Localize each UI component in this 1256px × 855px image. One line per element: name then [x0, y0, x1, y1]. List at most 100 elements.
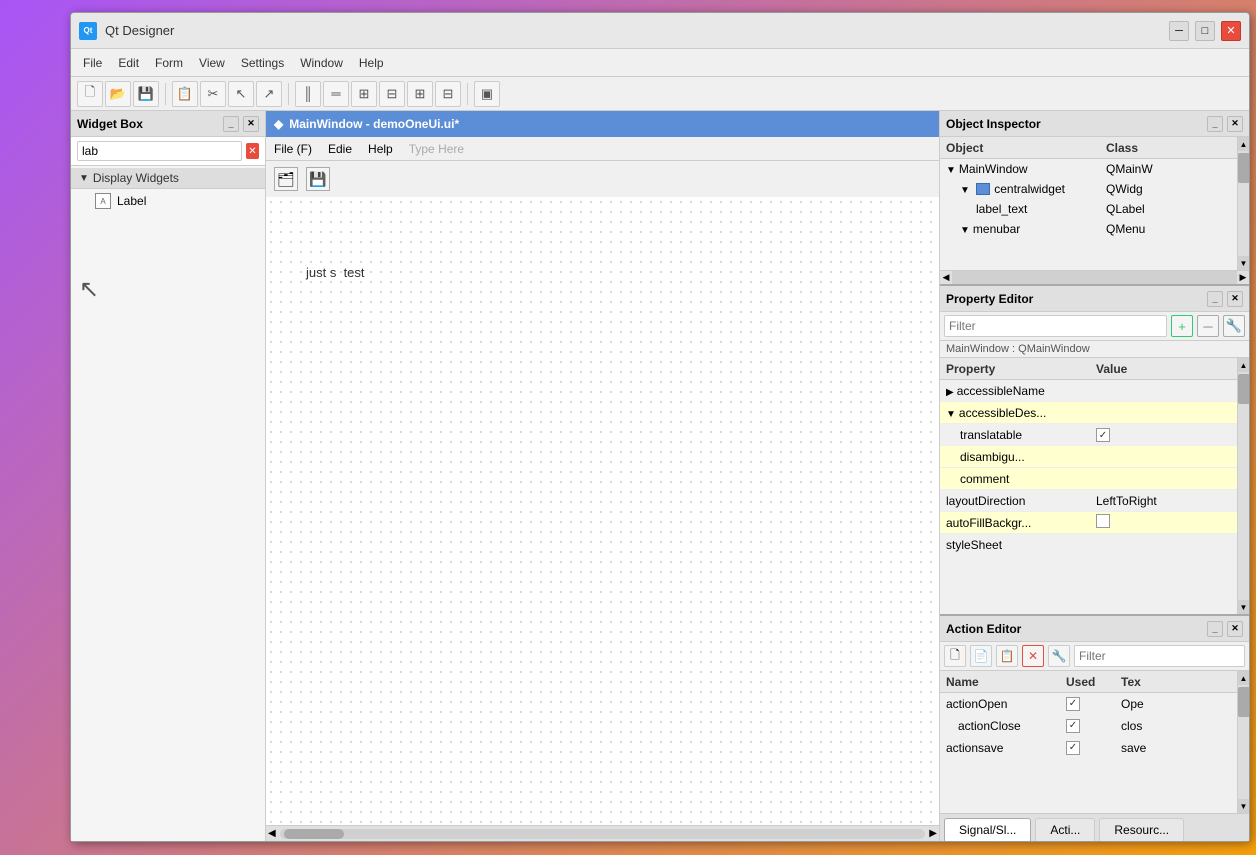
- prop-row-disambigu[interactable]: disambigu...: [940, 446, 1237, 468]
- inspector-row-mainwindow[interactable]: ▼MainWindow QMainW: [940, 159, 1237, 179]
- form-menu-help[interactable]: Help: [368, 142, 393, 156]
- inspector-row-menubar[interactable]: ▼menubar QMenu: [940, 219, 1237, 239]
- translatable-checkbox[interactable]: [1096, 428, 1110, 442]
- inspector-hscroll[interactable]: ◀ ▶: [940, 270, 1249, 284]
- inspector-scroll-thumb[interactable]: [1238, 153, 1249, 183]
- inspector-row-centralwidget[interactable]: ▼ centralwidget QWidg: [940, 179, 1237, 199]
- prop-row-layoutdirection[interactable]: layoutDirection LeftToRight: [940, 490, 1237, 512]
- toolbar-layout3[interactable]: ⊞: [351, 81, 377, 107]
- menu-help[interactable]: Help: [351, 53, 392, 73]
- toolbar-layout2[interactable]: ═: [323, 81, 349, 107]
- prop-row-comment[interactable]: comment: [940, 468, 1237, 490]
- form-menu-file[interactable]: File (F): [274, 142, 312, 156]
- action-row-close[interactable]: actionClose clos: [940, 715, 1237, 737]
- menu-view[interactable]: View: [191, 53, 233, 73]
- scroll-left-btn[interactable]: ◀: [268, 828, 276, 839]
- toolbar-open[interactable]: 📂: [105, 81, 131, 107]
- inspector-float-btn[interactable]: _: [1207, 116, 1223, 132]
- toolbar-layout5[interactable]: ⊞: [407, 81, 433, 107]
- tab-action[interactable]: Acti...: [1035, 818, 1095, 841]
- inspector-hscroll-left[interactable]: ◀: [940, 271, 952, 284]
- widget-search-clear[interactable]: ✕: [246, 143, 259, 159]
- menu-file[interactable]: File: [75, 53, 110, 73]
- actionsave-used-checkbox[interactable]: [1066, 741, 1080, 755]
- minimize-button[interactable]: ─: [1169, 21, 1189, 41]
- inspector-col-class: Class: [1100, 141, 1237, 155]
- property-scroll-thumb[interactable]: [1238, 374, 1249, 404]
- inspector-close-btn[interactable]: ✕: [1227, 116, 1243, 132]
- toolbar-new[interactable]: 🗋: [77, 81, 103, 107]
- form-menu-typehere[interactable]: Type Here: [409, 142, 464, 156]
- action-paste-btn[interactable]: 📋: [996, 645, 1018, 667]
- form-toolbar-folder[interactable]: 🗂: [274, 167, 298, 191]
- menu-settings[interactable]: Settings: [233, 53, 292, 73]
- prop-row-autofill[interactable]: autoFillBackgr...: [940, 512, 1237, 534]
- menu-form[interactable]: Form: [147, 53, 191, 73]
- toolbar-select[interactable]: ↖: [228, 81, 254, 107]
- action-new-btn[interactable]: 🗋: [944, 645, 966, 667]
- action-row-save[interactable]: actionsave save: [940, 737, 1237, 759]
- close-button[interactable]: ✕: [1221, 21, 1241, 41]
- property-filter-input[interactable]: [944, 315, 1167, 337]
- bottom-tabs: Signal/Sl... Acti... Resourc...: [940, 813, 1249, 841]
- action-scroll-thumb[interactable]: [1238, 687, 1249, 717]
- widget-box-float[interactable]: _: [223, 116, 239, 132]
- title-bar-text: Qt Designer: [105, 23, 1169, 38]
- action-row-open[interactable]: actionOpen Ope: [940, 693, 1237, 715]
- property-editor-title-bar: Property Editor _ ✕: [940, 286, 1249, 312]
- inspector-scroll-down[interactable]: ▼: [1238, 256, 1250, 270]
- widget-search-input[interactable]: [77, 141, 242, 161]
- action-scroll-down[interactable]: ▼: [1238, 799, 1250, 813]
- form-canvas[interactable]: just s test: [266, 197, 939, 825]
- toolbar-pointer[interactable]: ↗: [256, 81, 282, 107]
- inspector-vscrollbar[interactable]: ▲ ▼: [1237, 137, 1249, 270]
- property-scroll-up[interactable]: ▲: [1238, 358, 1250, 372]
- menu-window[interactable]: Window: [292, 53, 351, 73]
- action-scroll-up[interactable]: ▲: [1238, 671, 1250, 685]
- prop-row-accessiblename[interactable]: ▶accessibleName: [940, 380, 1237, 402]
- inspector-row-labeltext[interactable]: label_text QLabel: [940, 199, 1237, 219]
- inspector-hscroll-right[interactable]: ▶: [1237, 271, 1249, 284]
- toolbar-cut[interactable]: ✂: [200, 81, 226, 107]
- action-delete-btn[interactable]: ✕: [1022, 645, 1044, 667]
- prop-row-stylesheet[interactable]: styleSheet: [940, 534, 1237, 556]
- propeditor-float-btn[interactable]: _: [1207, 291, 1223, 307]
- widget-box-close[interactable]: ✕: [243, 116, 259, 132]
- prop-row-accessibledes[interactable]: ▼accessibleDes...: [940, 402, 1237, 424]
- actionclose-used-checkbox[interactable]: [1066, 719, 1080, 733]
- toolbar-copy[interactable]: 📋: [172, 81, 198, 107]
- action-filter-input[interactable]: [1074, 645, 1245, 667]
- widget-group-display-header[interactable]: ▼ Display Widgets: [71, 168, 265, 189]
- toolbar-save[interactable]: 💾: [133, 81, 159, 107]
- autofill-checkbox[interactable]: [1096, 514, 1110, 528]
- toolbar-preview[interactable]: ▣: [474, 81, 500, 107]
- actionopen-used-checkbox[interactable]: [1066, 697, 1080, 711]
- inspector-scroll-up[interactable]: ▲: [1238, 137, 1250, 151]
- maximize-button[interactable]: □: [1195, 21, 1215, 41]
- toolbar-layout1[interactable]: ║: [295, 81, 321, 107]
- scroll-right-btn[interactable]: ▶: [929, 828, 937, 839]
- form-toolbar-save[interactable]: 💾: [306, 167, 330, 191]
- property-remove-btn[interactable]: ─: [1197, 315, 1219, 337]
- propeditor-close-btn[interactable]: ✕: [1227, 291, 1243, 307]
- menu-edit[interactable]: Edit: [110, 53, 147, 73]
- actioneditor-float-btn[interactable]: _: [1207, 621, 1223, 637]
- property-settings-btn[interactable]: 🔧: [1223, 315, 1245, 337]
- property-add-btn[interactable]: +: [1171, 315, 1193, 337]
- action-col-text: Tex: [1115, 675, 1237, 689]
- property-vscrollbar[interactable]: ▲ ▼: [1237, 358, 1249, 614]
- form-menu-edie[interactable]: Edie: [328, 142, 352, 156]
- actioneditor-close-btn[interactable]: ✕: [1227, 621, 1243, 637]
- tab-signal-slot[interactable]: Signal/Sl...: [944, 818, 1031, 841]
- form-scrollbar-h[interactable]: ◀ ▶: [266, 825, 939, 841]
- action-copy-btn[interactable]: 📄: [970, 645, 992, 667]
- action-vscrollbar[interactable]: ▲ ▼: [1237, 671, 1249, 813]
- property-scroll-down[interactable]: ▼: [1238, 600, 1250, 614]
- action-settings-btn[interactable]: 🔧: [1048, 645, 1070, 667]
- widget-item-label[interactable]: A Label: [71, 189, 265, 213]
- toolbar-layout4[interactable]: ⊟: [379, 81, 405, 107]
- tab-resource[interactable]: Resourc...: [1099, 818, 1184, 841]
- prop-row-translatable[interactable]: translatable: [940, 424, 1237, 446]
- scrollbar-thumb-h[interactable]: [284, 829, 344, 839]
- toolbar-layout6[interactable]: ⊟: [435, 81, 461, 107]
